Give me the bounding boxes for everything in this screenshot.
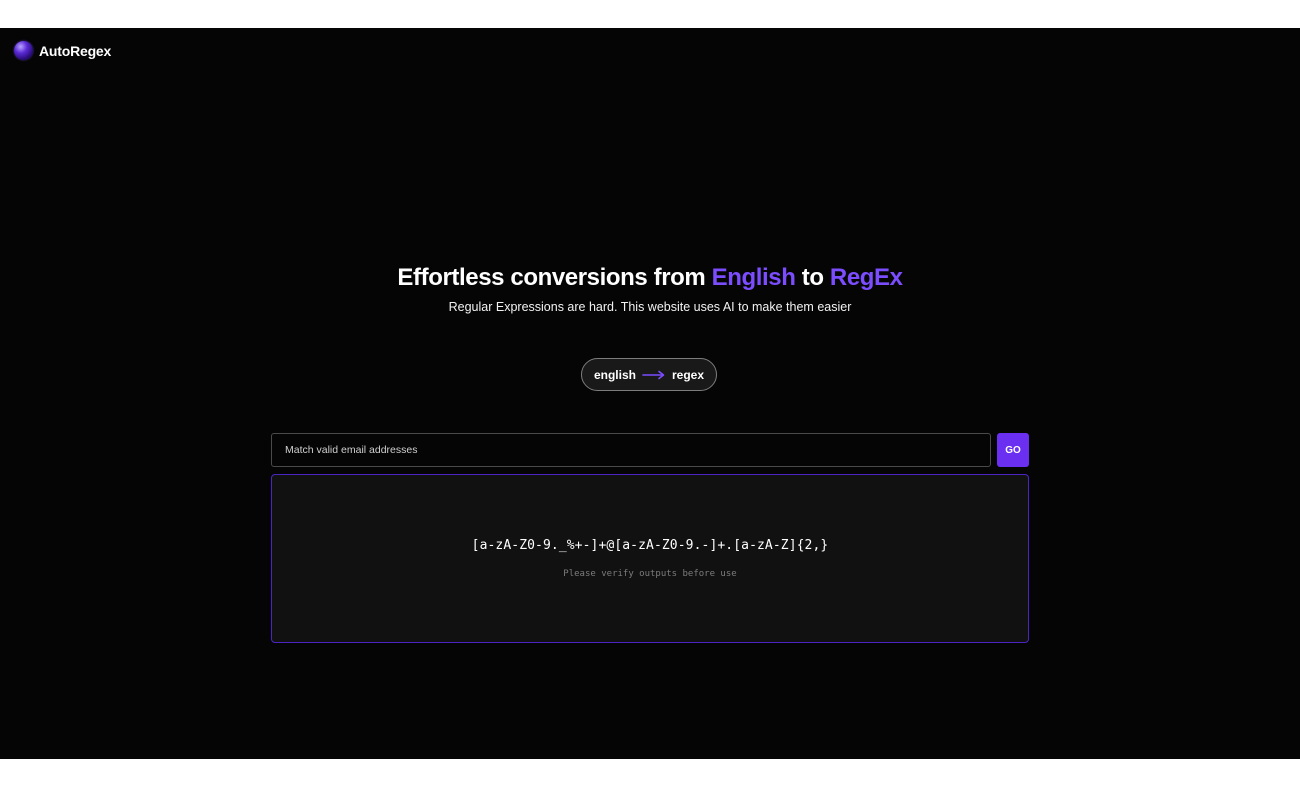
verify-disclaimer: Please verify outputs before use xyxy=(563,569,737,579)
mode-to-label: regex xyxy=(671,367,705,382)
regex-output-panel: [a-zA-Z0-9._%+-]+@[a-zA-Z0-9.-]+.[a-zA-Z… xyxy=(271,474,1029,643)
title-text-start: Effortless conversions from xyxy=(397,264,712,291)
logo-orb-icon xyxy=(14,41,33,60)
page-title: Effortless conversions from English to R… xyxy=(0,264,1300,292)
title-accent-english: English xyxy=(711,264,796,291)
go-button[interactable]: GO xyxy=(997,433,1029,467)
logo[interactable]: AutoRegex xyxy=(14,41,111,60)
mode-from-label: english xyxy=(593,367,636,382)
english-description-input[interactable] xyxy=(271,433,991,467)
title-accent-regex: RegEx xyxy=(829,264,903,291)
page-subtitle: Regular Expressions are hard. This websi… xyxy=(448,300,852,314)
mode-toggle-button[interactable]: english regex xyxy=(581,358,717,391)
arrow-right-icon xyxy=(642,370,665,379)
regex-output-text[interactable]: [a-zA-Z0-9._%+-]+@[a-zA-Z0-9.-]+.[a-zA-Z… xyxy=(272,538,1028,553)
app-container: AutoRegex Effortless conversions from En… xyxy=(0,28,1300,759)
app-name: AutoRegex xyxy=(39,42,112,59)
title-text-middle: to xyxy=(795,264,830,291)
